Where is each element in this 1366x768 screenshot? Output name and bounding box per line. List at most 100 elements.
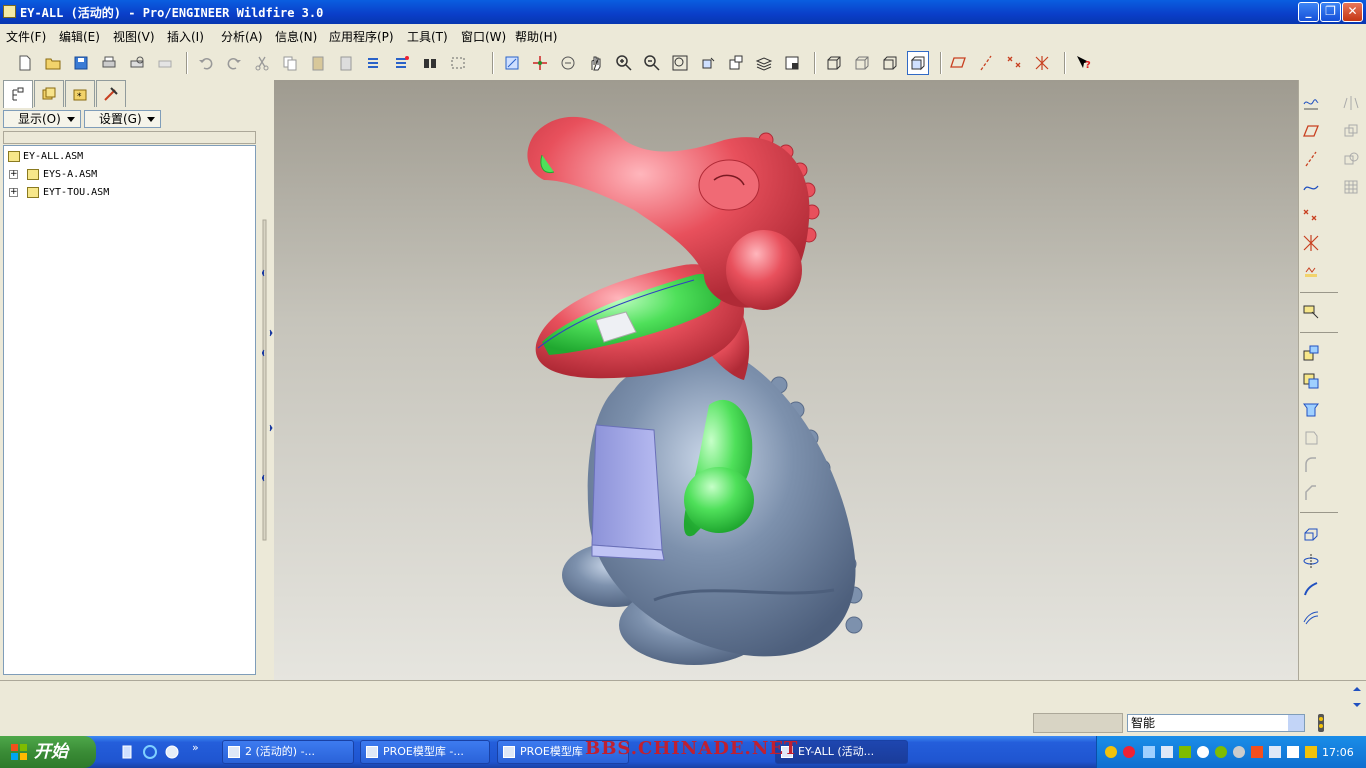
layers-icon[interactable]	[753, 51, 775, 75]
window-icon	[366, 746, 378, 758]
assembly-icon	[27, 169, 39, 180]
panel-splitter[interactable]	[262, 80, 274, 680]
save-icon[interactable]	[70, 51, 92, 75]
taskbar-button[interactable]: PROE模型库 -...	[360, 740, 490, 764]
copy-icon[interactable]	[279, 51, 301, 75]
round-tool-icon	[1300, 454, 1322, 476]
toolbar-separator	[1300, 332, 1338, 333]
undo-icon[interactable]	[195, 51, 217, 75]
datum-axis-icon[interactable]	[1300, 148, 1322, 170]
app-icon	[3, 5, 16, 18]
quick-launch-icon[interactable]	[120, 744, 134, 763]
watermark-text: BBS.CHINADE.NET	[585, 738, 799, 759]
saved-views-icon[interactable]	[725, 51, 747, 75]
zoom-in-icon[interactable]	[613, 51, 635, 75]
menu-applications[interactable]: 应用程序(P)	[329, 28, 394, 45]
settings-dropdown[interactable]: 设置(G)	[84, 110, 161, 128]
menu-insert[interactable]: 插入(I)	[167, 28, 204, 45]
zoom-fit-icon[interactable]	[669, 51, 691, 75]
quick-launch-more-icon[interactable]: »	[192, 741, 199, 754]
package-component-icon[interactable]	[1300, 370, 1322, 392]
analysis-feature-icon[interactable]	[1300, 260, 1322, 282]
expand-icon[interactable]: +	[9, 170, 18, 179]
revolve-tool-icon[interactable]	[1300, 550, 1322, 572]
menu-edit[interactable]: 编辑(E)	[59, 28, 100, 45]
graphics-window[interactable]	[274, 80, 1298, 680]
reorient-icon[interactable]	[697, 51, 719, 75]
orient-mode-icon[interactable]	[557, 51, 579, 75]
no-hidden-icon[interactable]	[879, 51, 901, 75]
crocodile-model[interactable]	[274, 80, 1298, 680]
paste-special-icon[interactable]	[335, 51, 357, 75]
maximize-button[interactable]: ❐	[1320, 2, 1341, 22]
toolbar-separator	[186, 52, 188, 74]
tab-favorites[interactable]: *	[65, 80, 95, 107]
menu-window[interactable]: 窗口(W)	[461, 28, 506, 45]
context-help-icon[interactable]: ?	[1072, 51, 1094, 75]
regenerate-icon[interactable]	[363, 51, 385, 75]
datum-csys-icon[interactable]	[1300, 232, 1322, 254]
cut-out-icon[interactable]	[1300, 398, 1322, 420]
new-file-icon[interactable]	[14, 51, 36, 75]
redo-icon[interactable]	[223, 51, 245, 75]
model-tree[interactable]	[3, 145, 256, 675]
tab-connections[interactable]	[96, 80, 126, 107]
quick-launch-icon[interactable]	[164, 744, 180, 763]
boundary-blend-icon[interactable]	[1300, 606, 1322, 628]
paste-icon[interactable]	[307, 51, 329, 75]
datum-plane-icon[interactable]	[1300, 120, 1322, 142]
extrude-tool-icon[interactable]	[1300, 522, 1322, 544]
repaint-icon[interactable]	[501, 51, 523, 75]
cut-icon[interactable]	[251, 51, 273, 75]
tree-node-eys[interactable]: EYS-A.ASM	[43, 169, 97, 180]
sweep-tool-icon[interactable]	[1300, 578, 1322, 600]
view-manager-icon[interactable]	[781, 51, 803, 75]
datum-point-display-icon[interactable]	[1003, 51, 1025, 75]
select-box-icon[interactable]	[447, 51, 469, 75]
minimize-button[interactable]: _	[1298, 2, 1319, 22]
title-bar: EY-ALL (活动的) - Pro/ENGINEER Wildfire 3.0	[0, 0, 1366, 24]
clock: 17:06	[1322, 746, 1354, 759]
toolbar-separator	[940, 52, 942, 74]
csys-display-icon[interactable]	[1031, 51, 1053, 75]
datum-point-icon[interactable]	[1300, 204, 1322, 226]
print-preview-icon[interactable]	[126, 51, 148, 75]
menu-info[interactable]: 信息(N)	[275, 28, 317, 45]
menu-analysis[interactable]: 分析(A)	[221, 28, 263, 45]
regen-manager-icon[interactable]	[391, 51, 413, 75]
zoom-out-icon[interactable]	[641, 51, 663, 75]
open-folder-icon[interactable]	[42, 51, 64, 75]
sketch-datum-icon[interactable]	[1300, 92, 1322, 114]
tab-model-tree[interactable]	[3, 80, 33, 108]
wireframe-icon[interactable]	[823, 51, 845, 75]
tree-node-eyt[interactable]: EYT-TOU.ASM	[43, 187, 109, 198]
menu-file[interactable]: 文件(F)	[6, 28, 46, 45]
traffic-light-icon	[1314, 713, 1328, 736]
menu-tools[interactable]: 工具(T)	[407, 28, 448, 45]
assembly-icon	[27, 187, 39, 198]
selection-filter-select[interactable]: 智能	[1127, 714, 1305, 732]
datum-plane-display-icon[interactable]	[947, 51, 969, 75]
hidden-line-icon[interactable]	[851, 51, 873, 75]
search-binoculars-icon[interactable]	[419, 51, 441, 75]
datum-curve-icon[interactable]	[1300, 176, 1322, 198]
show-dropdown[interactable]: 显示(O)	[3, 110, 81, 128]
datum-axis-display-icon[interactable]	[975, 51, 997, 75]
chamfer-tool-icon	[1300, 482, 1322, 504]
spin-center-icon[interactable]	[529, 51, 551, 75]
assemble-component-icon[interactable]	[1300, 300, 1322, 322]
close-button[interactable]: ✕	[1342, 2, 1363, 22]
tree-node-root[interactable]: EY-ALL.ASM	[23, 151, 83, 162]
shading-icon[interactable]	[907, 51, 929, 75]
ie-icon[interactable]	[142, 744, 158, 763]
menu-view[interactable]: 视图(V)	[113, 28, 155, 45]
taskbar-button[interactable]: 2 (活动的) -...	[222, 740, 354, 764]
tab-folder-browser[interactable]	[34, 80, 64, 107]
pan-hand-icon[interactable]	[585, 51, 607, 75]
message-scroll-icon[interactable]	[1350, 683, 1364, 713]
menu-help[interactable]: 帮助(H)	[515, 28, 557, 45]
expand-icon[interactable]: +	[9, 188, 18, 197]
tray-icons[interactable]	[1103, 736, 1323, 768]
print-icon[interactable]	[98, 51, 120, 75]
create-component-icon[interactable]	[1300, 342, 1322, 364]
